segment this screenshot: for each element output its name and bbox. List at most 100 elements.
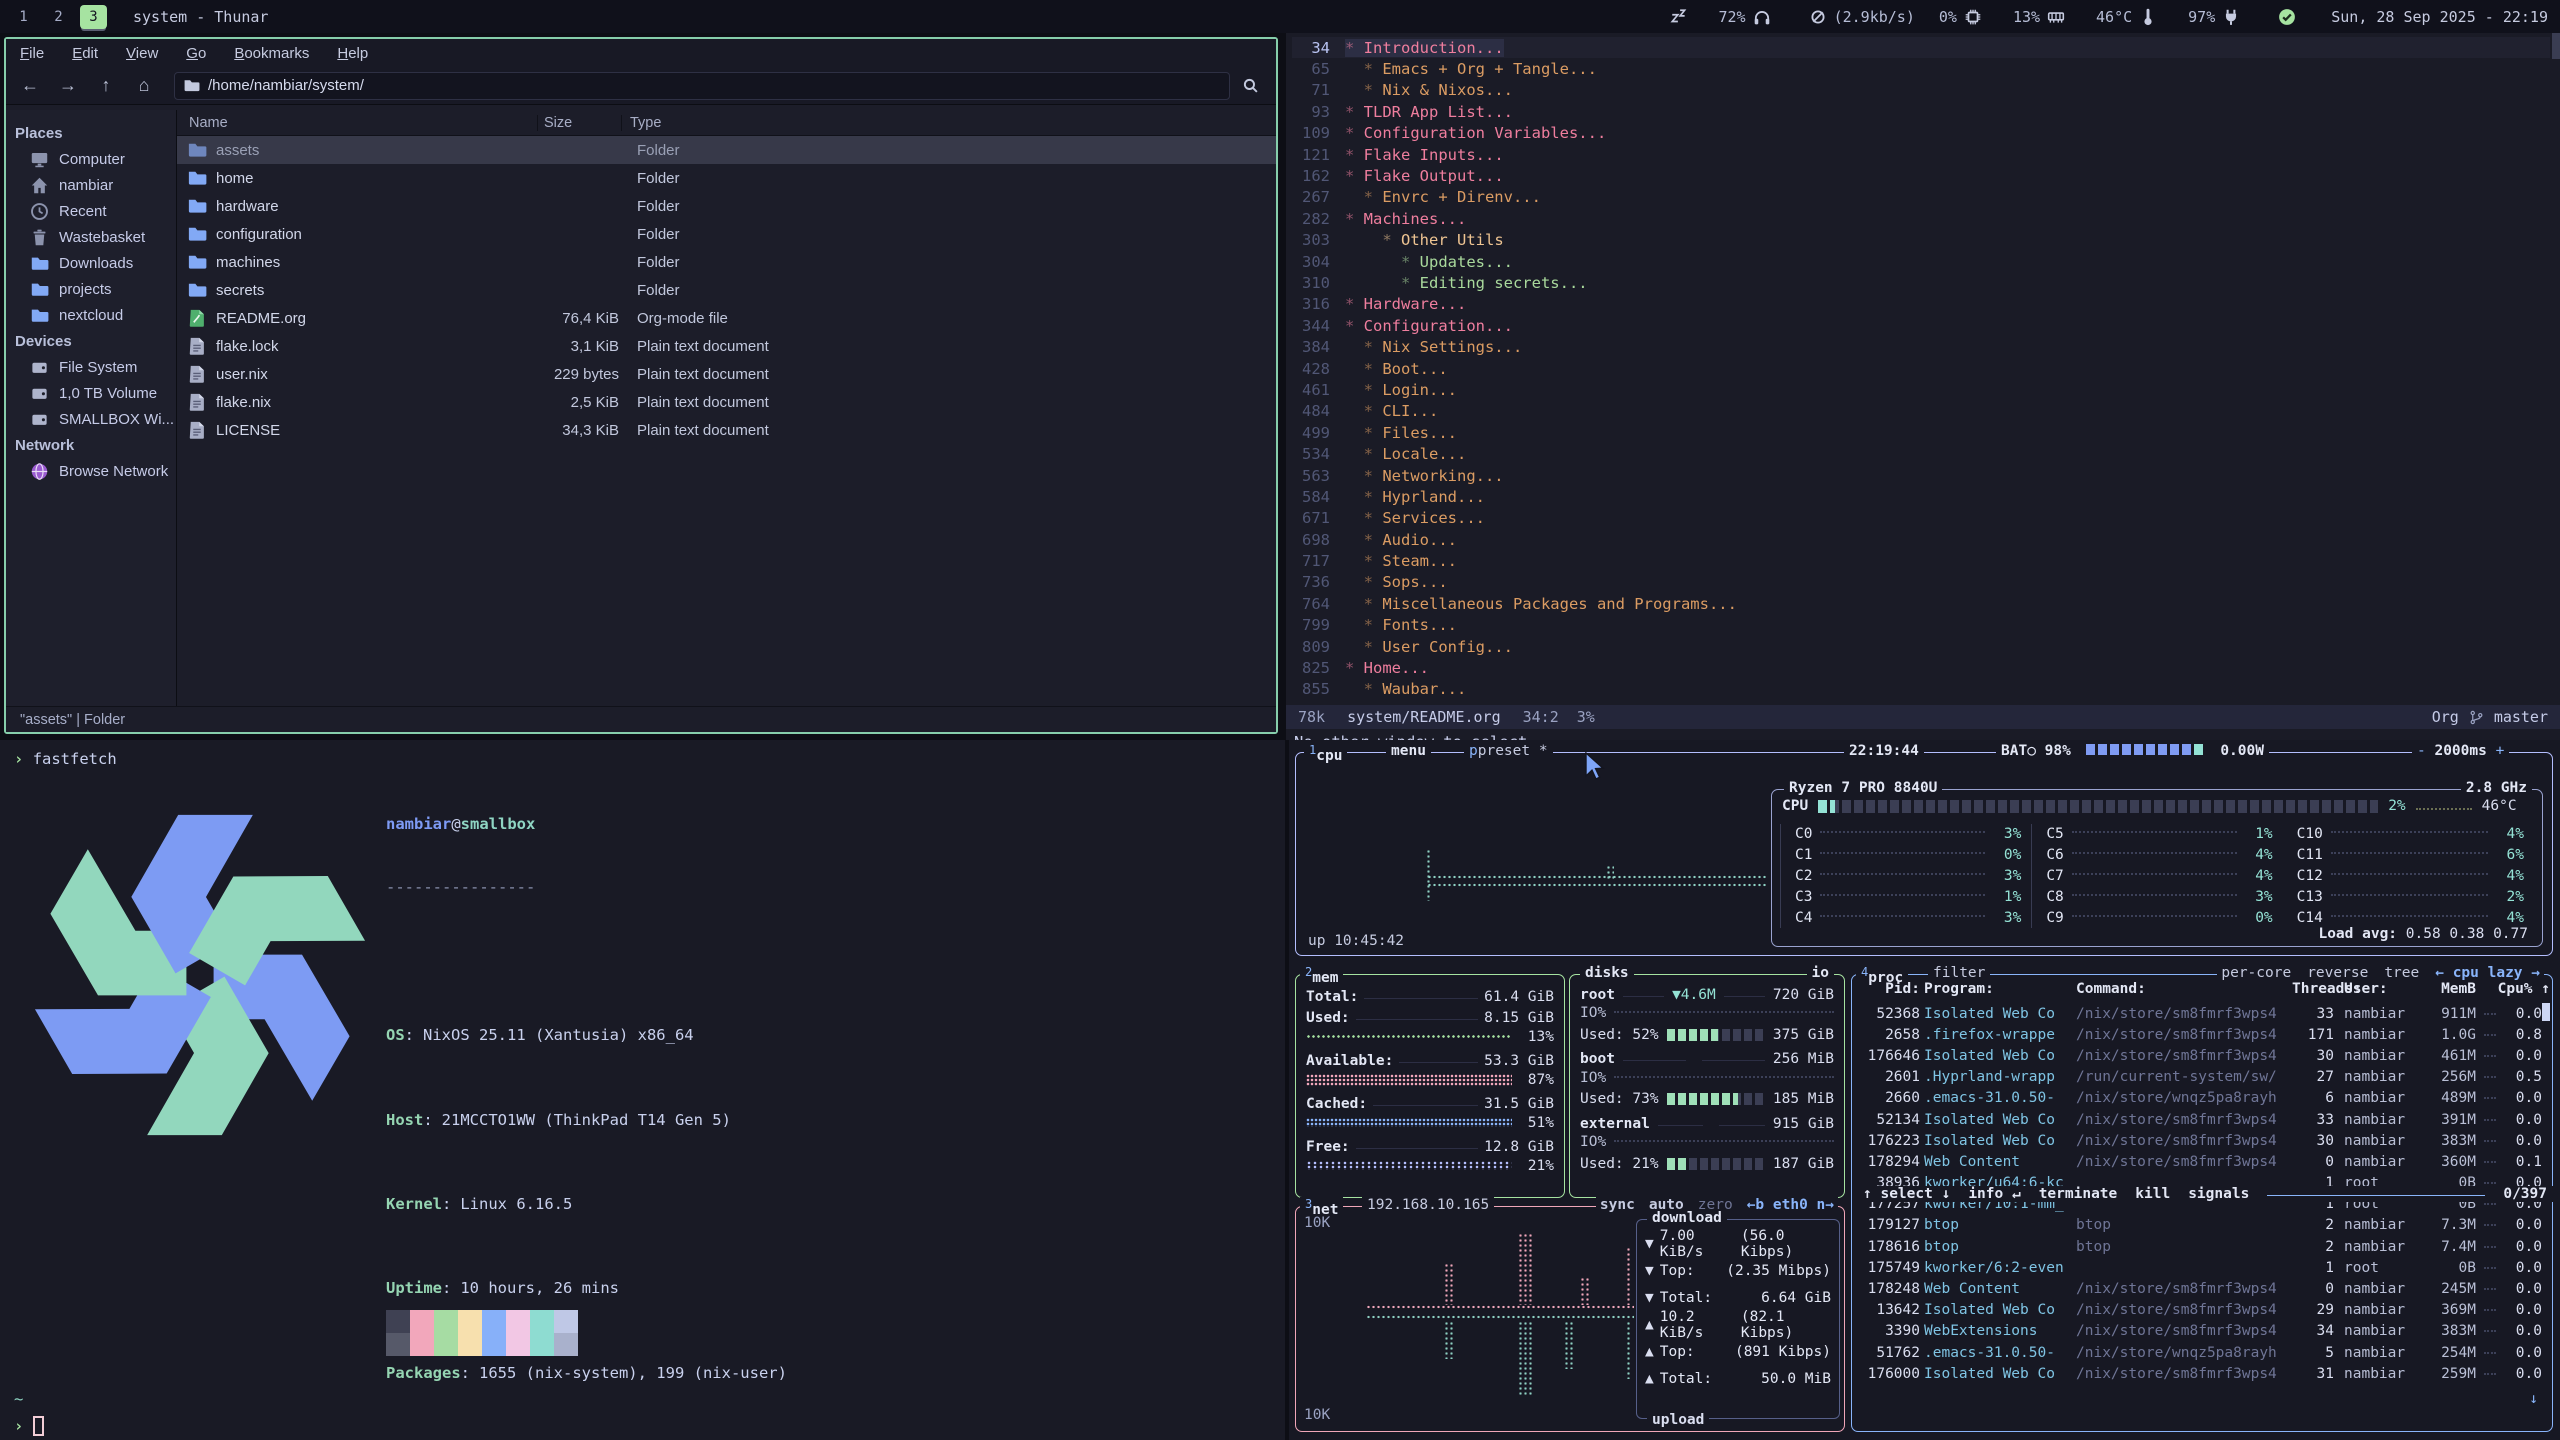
menu-item[interactable]: Edit <box>72 45 98 62</box>
tab-cpu[interactable]: 1cpu <box>1304 743 1347 764</box>
sort-selector[interactable]: ← cpu lazy → <box>2435 965 2540 981</box>
core-label: C13 <box>2297 889 2323 905</box>
menu-item[interactable]: File <box>20 45 44 62</box>
process-row[interactable]: 175749 kworker/6:2-even 1 root 0B 0.0 <box>1858 1257 2542 1278</box>
process-row[interactable]: 2601 .Hyprland-wrapp /run/current-system… <box>1858 1067 2542 1088</box>
file-row[interactable]: secrets Folder <box>177 276 1276 304</box>
process-program: Web Content <box>1924 1281 2072 1297</box>
tab-mem[interactable]: 2mem <box>1300 965 1343 986</box>
sidebar-item[interactable]: Downloads <box>6 250 176 276</box>
file-row[interactable]: flake.lock 3,1 KiB Plain text document <box>177 332 1276 360</box>
column-header-type[interactable]: Type <box>621 115 1276 131</box>
keybind-button[interactable]: info ↵ <box>1968 1186 2020 1202</box>
header-mem[interactable]: MemB <box>2424 981 2476 997</box>
line-number: 282 <box>1292 210 1330 228</box>
file-row[interactable]: assets Folder <box>177 136 1276 164</box>
file-row[interactable]: user.nix 229 bytes Plain text document <box>177 360 1276 388</box>
sidebar-item[interactable]: Browse Network <box>6 458 176 484</box>
file-row[interactable]: README.org 76,4 KiB Org-mode file <box>177 304 1276 332</box>
nav-button[interactable]: → <box>52 72 84 100</box>
sidebar-item[interactable]: SMALLBOX Wi... <box>6 406 176 432</box>
keybind-button[interactable]: ↑ select ↓ <box>1863 1186 1950 1202</box>
file-row[interactable]: machines Folder <box>177 248 1276 276</box>
workspace-button[interactable]: 3 <box>80 5 107 29</box>
menu-item[interactable]: Bookmarks <box>234 45 309 62</box>
proc-scrollbar-thumb[interactable] <box>2542 1003 2550 1021</box>
path-bar[interactable]: /home/nambiar/system/ <box>174 72 1230 100</box>
menu-item[interactable]: Help <box>337 45 368 62</box>
process-row[interactable]: 176000 Isolated Web Co /nix/store/sm8fmr… <box>1858 1363 2542 1384</box>
nav-button[interactable]: ← <box>14 72 46 100</box>
process-row[interactable]: 178616 btop btop 2 nambiar 7.4M 0.0 <box>1858 1236 2542 1257</box>
org-heading-line: 428 * Boot... <box>1292 358 2550 379</box>
sidebar-item[interactable]: nextcloud <box>6 302 176 328</box>
menu-button[interactable]: menu <box>1386 743 1431 759</box>
io-mode-button[interactable]: io <box>1807 965 1834 981</box>
workspace-button[interactable]: 1 <box>10 5 37 29</box>
process-row[interactable]: 51762 .emacs-31.0.50- /nix/store/wnqz5pa… <box>1858 1342 2542 1363</box>
net-sync-button[interactable]: sync <box>1600 1197 1635 1213</box>
nav-button[interactable]: ⌂ <box>128 72 160 100</box>
process-cpu: 0.0 <box>2504 1217 2542 1233</box>
file-row[interactable]: home Folder <box>177 164 1276 192</box>
process-row[interactable]: 179127 btop btop 2 nambiar 7.3M 0.0 <box>1858 1215 2542 1236</box>
scrollbar-thumb[interactable] <box>2552 33 2560 59</box>
sidebar-item[interactable]: Computer <box>6 146 176 172</box>
process-program: Isolated Web Co <box>1924 1048 2072 1064</box>
header-command[interactable]: Command: <box>2076 981 2288 997</box>
file-row[interactable]: configuration Folder <box>177 220 1276 248</box>
header-user[interactable]: User: <box>2338 981 2420 997</box>
file-row[interactable]: flake.nix 2,5 KiB Plain text document <box>177 388 1276 416</box>
proc-filter-button[interactable]: filter <box>1928 965 1990 981</box>
column-header-name[interactable]: Name <box>177 115 537 131</box>
fastfetch-entry: OSNixOS 25.11 (Xantusia) x86_64 <box>386 1025 1030 1046</box>
nav-button[interactable]: ↑ <box>90 72 122 100</box>
process-mem: 383M <box>2424 1323 2476 1339</box>
per-core-toggle[interactable]: per-core <box>2221 965 2291 981</box>
process-row[interactable]: 52134 Isolated Web Co /nix/store/sm8fmrf… <box>1858 1109 2542 1130</box>
sidebar-item[interactable]: 1,0 TB Volume <box>6 380 176 406</box>
process-row[interactable]: 3390 WebExtensions /nix/store/sm8fmrf3wp… <box>1858 1321 2542 1342</box>
file-row[interactable]: LICENSE 34,3 KiB Plain text document <box>177 416 1276 444</box>
search-button[interactable] <box>1232 72 1268 100</box>
reverse-toggle[interactable]: reverse <box>2307 965 2368 981</box>
header-cpu[interactable]: Cpu% ↑ <box>2492 981 2550 997</box>
header-threads[interactable]: Threads: <box>2292 981 2334 997</box>
process-command: /nix/store/sm8fmrf3wps4 <box>2076 1154 2288 1170</box>
sidebar-item[interactable]: Wastebasket <box>6 224 176 250</box>
tree-toggle[interactable]: tree <box>2384 965 2419 981</box>
process-pid: 13642 <box>1858 1302 1920 1318</box>
process-row[interactable]: 13642 Isolated Web Co /nix/store/sm8fmrf… <box>1858 1300 2542 1321</box>
keybind-button[interactable]: kill <box>2135 1186 2170 1202</box>
mem-stat-label: Available: <box>1306 1053 1393 1069</box>
process-row[interactable]: 2660 .emacs-31.0.50- /nix/store/wnqz5pa8… <box>1858 1088 2542 1109</box>
keybind-button[interactable]: terminate <box>2039 1186 2118 1202</box>
sidebar-item[interactable]: Recent <box>6 198 176 224</box>
header-program[interactable]: Program: <box>1924 981 2072 997</box>
preset-button[interactable]: ppreset * <box>1464 743 1553 759</box>
core-label: C8 <box>2046 889 2063 905</box>
interval-increase[interactable]: + <box>2496 743 2505 759</box>
sidebar-item[interactable]: nambiar <box>6 172 176 198</box>
keybind-button[interactable]: signals <box>2188 1186 2249 1202</box>
menu-item[interactable]: Go <box>186 45 206 62</box>
process-row[interactable]: 176646 Isolated Web Co /nix/store/sm8fmr… <box>1858 1045 2542 1066</box>
sidebar-item[interactable]: File System <box>6 354 176 380</box>
net-interface-switch[interactable]: ←b eth0 n→ <box>1747 1197 1834 1213</box>
process-command: /nix/store/sm8fmrf3wps4 <box>2076 1006 2288 1022</box>
process-row[interactable]: 52368 Isolated Web Co /nix/store/sm8fmrf… <box>1858 1003 2542 1024</box>
process-row[interactable]: 2658 .firefox-wrappe /nix/store/sm8fmrf3… <box>1858 1024 2542 1045</box>
process-cpu-graph <box>2484 1352 2496 1354</box>
process-row[interactable]: 176223 Isolated Web Co /nix/store/sm8fmr… <box>1858 1130 2542 1151</box>
header-pid[interactable]: Pid: <box>1858 981 1920 997</box>
interval-decrease[interactable]: - <box>2417 743 2426 759</box>
core-row: C7 4% <box>2031 866 2282 887</box>
process-row[interactable]: 178248 Web Content /nix/store/sm8fmrf3wp… <box>1858 1278 2542 1299</box>
disk-io-label: IO% <box>1580 1070 1606 1086</box>
file-row[interactable]: hardware Folder <box>177 192 1276 220</box>
workspace-button[interactable]: 2 <box>45 5 72 29</box>
column-header-size[interactable]: Size <box>537 115 621 131</box>
sidebar-item[interactable]: projects <box>6 276 176 302</box>
menu-item[interactable]: View <box>126 45 158 62</box>
process-row[interactable]: 178294 Web Content /nix/store/sm8fmrf3wp… <box>1858 1151 2542 1172</box>
